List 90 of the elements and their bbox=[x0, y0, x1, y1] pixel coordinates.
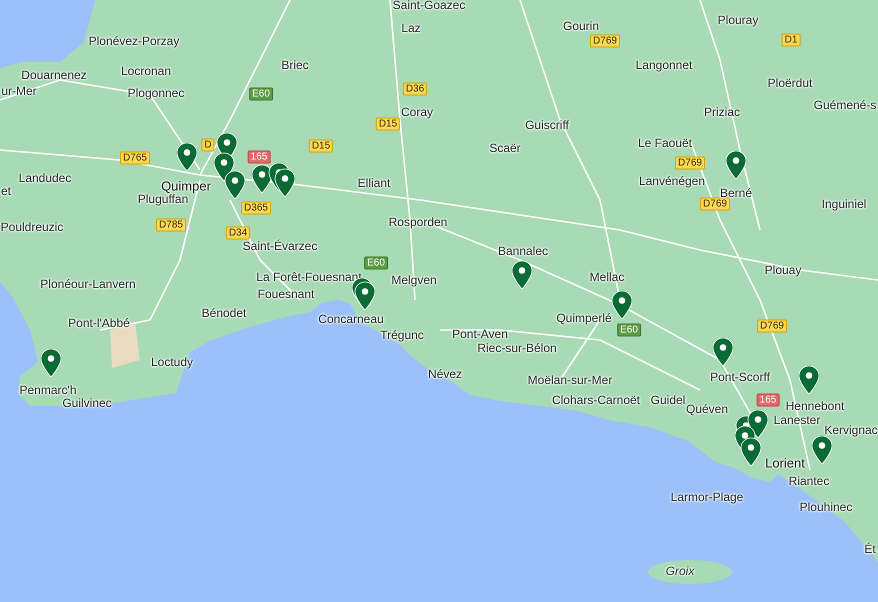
map-pin-icon[interactable] bbox=[41, 349, 61, 377]
place-label: Berné bbox=[720, 186, 752, 200]
road-number-sign: D36 bbox=[402, 82, 428, 96]
place-label: Pont-Aven bbox=[452, 327, 508, 341]
road-number-sign: D bbox=[201, 138, 215, 152]
place-label: Locronan bbox=[120, 64, 172, 78]
road-number-sign: D15 bbox=[308, 140, 334, 152]
road-number-sign: E60 bbox=[617, 324, 641, 336]
place-label: Pluguffan bbox=[138, 192, 188, 206]
place-label: Coray bbox=[401, 105, 433, 119]
place-label: Clohars-Carnoët bbox=[552, 393, 640, 407]
place-label: Plogonnec bbox=[128, 86, 184, 100]
place-label: Guiscriff bbox=[525, 118, 569, 132]
map-pin-cluster-drawing[interactable] bbox=[252, 163, 295, 197]
map-pin-cluster-drawing[interactable] bbox=[214, 133, 245, 199]
place-label: Mellac bbox=[590, 270, 624, 284]
place-label: Névez bbox=[428, 367, 462, 381]
place-label: Priziac bbox=[704, 105, 740, 119]
road-number-sign: D769 bbox=[675, 156, 705, 170]
place-label: Bannalec bbox=[498, 244, 548, 258]
place-label: Plouray bbox=[718, 13, 758, 27]
place-label: Briec bbox=[281, 58, 309, 72]
road-number-sign: E60 bbox=[249, 88, 273, 100]
road-number-sign: D785 bbox=[156, 218, 186, 232]
place-label: Pouldreuzic bbox=[0, 220, 64, 234]
map-pin-icon[interactable] bbox=[726, 151, 746, 179]
place-label: Landudec bbox=[18, 171, 72, 185]
road-number-sign: D15 bbox=[376, 118, 400, 130]
place-label: Loctudy bbox=[150, 355, 194, 369]
map-pin-icon[interactable] bbox=[799, 366, 819, 394]
road-number-sign: E60 bbox=[364, 256, 388, 270]
place-label: Fouesnant bbox=[258, 287, 314, 301]
place-label: Ét bbox=[864, 542, 876, 556]
road-number-sign: D34 bbox=[226, 226, 250, 240]
place-label: Ploërdut bbox=[768, 76, 812, 90]
place-label: Bénodet bbox=[202, 306, 246, 320]
place-label: Pont-l'Abbé bbox=[68, 316, 130, 330]
place-label: Quéven bbox=[686, 402, 728, 416]
road-number-sign: D769 bbox=[590, 34, 620, 48]
road-number-sign: 165 bbox=[248, 150, 270, 164]
map-pin-icon[interactable] bbox=[713, 338, 733, 366]
place-label: Larmor-Plage bbox=[670, 490, 744, 504]
place-label: Groix bbox=[666, 564, 694, 578]
place-label: Kervignac bbox=[824, 423, 878, 437]
place-label: Quimperlé bbox=[556, 311, 612, 325]
place-label: Melgven bbox=[391, 273, 437, 287]
place-label: Plouhinec bbox=[800, 500, 852, 514]
place-label: Trégunc bbox=[380, 328, 424, 342]
place-label: Pont-Scorff bbox=[710, 370, 770, 384]
place-label: ur-Mer bbox=[1, 84, 37, 98]
road-number-sign: D1 bbox=[782, 34, 800, 46]
place-label: Guilvinec bbox=[62, 396, 112, 410]
place-label: Scaër bbox=[489, 141, 521, 155]
place-label: Langonnet bbox=[636, 58, 692, 72]
place-label: Gourin bbox=[562, 19, 600, 33]
map-pin-cluster-drawing[interactable] bbox=[735, 410, 768, 466]
place-label: Quimper bbox=[161, 178, 211, 194]
road-number-sign: 165 bbox=[756, 394, 780, 406]
place-label: Elliant bbox=[358, 176, 390, 190]
map-pin-icon[interactable] bbox=[177, 143, 197, 171]
place-label: Lanvénégen bbox=[638, 174, 706, 188]
place-label: Plonéour-Lanvern bbox=[40, 277, 136, 291]
place-label: Le Faouët bbox=[638, 136, 692, 150]
place-label: et bbox=[1, 184, 11, 198]
map-pin-icon[interactable] bbox=[612, 291, 632, 319]
place-label: Plouay bbox=[764, 263, 802, 277]
place-label: Douarnenez bbox=[21, 68, 87, 82]
place-label: Saint-Goazec bbox=[392, 0, 466, 12]
place-label: Lorient bbox=[765, 456, 805, 470]
road-number-sign: D765 bbox=[120, 152, 150, 164]
place-label: Laz bbox=[401, 21, 421, 35]
place-label: La Forêt-Fouesnant bbox=[256, 270, 362, 284]
place-label: Plonévez-Porzay bbox=[88, 34, 180, 48]
place-label: Guidel bbox=[650, 393, 686, 407]
place-label: Lanester bbox=[774, 413, 820, 427]
road-number-sign: D769 bbox=[757, 320, 787, 332]
place-label: Hennebont bbox=[786, 399, 844, 413]
place-label: Penmarc'h bbox=[20, 383, 76, 397]
road-number-sign: D365 bbox=[241, 202, 271, 214]
place-label: Saint-Évarzec bbox=[242, 239, 318, 253]
place-label: Rosporden bbox=[388, 215, 448, 229]
road-number-sign: D769 bbox=[700, 198, 730, 210]
place-label: Inguiniel bbox=[822, 197, 866, 211]
map-pin-icon[interactable] bbox=[812, 436, 832, 464]
place-label: Moëlan-sur-Mer bbox=[528, 373, 612, 387]
map-pin-icon[interactable] bbox=[512, 261, 532, 289]
place-label: Riec-sur-Bélon bbox=[477, 341, 557, 355]
place-label: Concarneau bbox=[318, 312, 384, 326]
place-label: Riantec bbox=[788, 474, 830, 488]
place-label: Guémené-s bbox=[814, 98, 876, 112]
